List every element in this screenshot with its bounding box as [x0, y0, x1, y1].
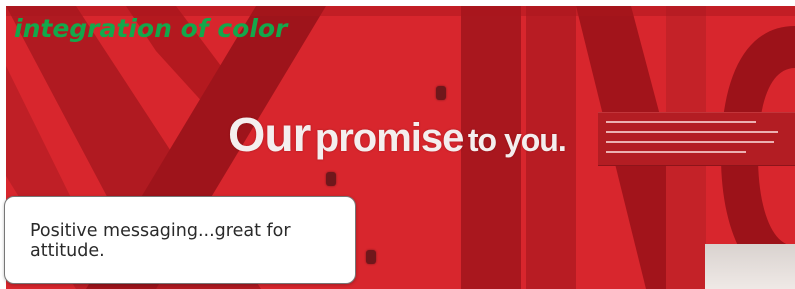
annotation-text: Positive messaging...great for attitude.: [30, 221, 291, 261]
wall-fixture-bottom: [366, 250, 376, 264]
wall-fixture-middle: [326, 172, 336, 186]
annotation-box: Positive messaging...great for attitude.: [4, 196, 356, 284]
wall-text-panel: [598, 112, 795, 166]
panel-text-line: [606, 121, 756, 123]
panel-text-line: [606, 151, 746, 153]
photo-scene: Our promise to you. integration of color…: [0, 0, 795, 289]
wall-headline: Our promise to you.: [228, 108, 567, 163]
headline-words-to-you: to you.: [467, 122, 567, 158]
wall-fixture-top: [436, 86, 446, 100]
panel-text-line: [606, 131, 778, 133]
panel-text-line: [606, 141, 774, 143]
caption-title: integration of color: [14, 14, 288, 43]
floor: [705, 244, 795, 289]
headline-word-our: Our: [228, 109, 311, 162]
headline-word-promise: promise: [314, 116, 465, 160]
